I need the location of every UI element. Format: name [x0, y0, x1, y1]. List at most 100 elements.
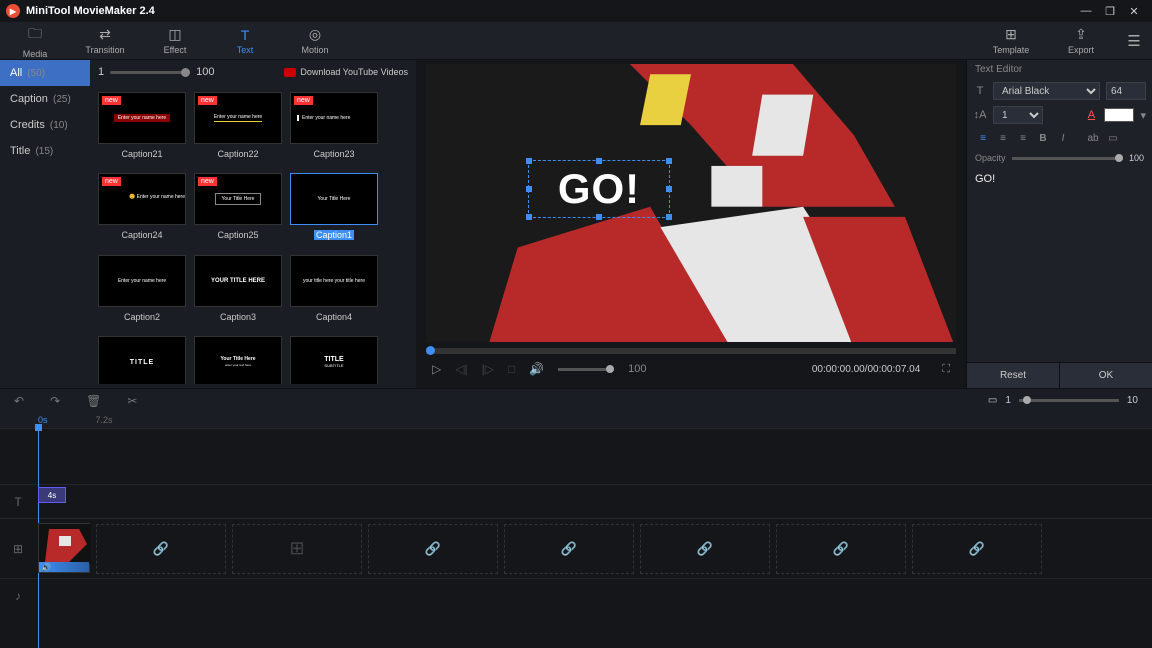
template-grid: newEnter your name hereCaption21newEnter…: [90, 84, 416, 384]
template-item[interactable]: Your Title Hereenter your text hereCapti…: [194, 336, 282, 384]
template-browser: 1 100 Download YouTube Videos newEnter y…: [90, 60, 416, 388]
text-track[interactable]: T 4s: [0, 484, 1152, 518]
template-name: Caption1: [314, 230, 354, 240]
zoom-max: 10: [1127, 395, 1138, 406]
font-icon: T: [973, 85, 987, 97]
text-tab[interactable]: TText: [210, 27, 280, 55]
template-item[interactable]: new😊 Enter your name hereCaption24: [98, 173, 186, 241]
preview-canvas[interactable]: GO!: [426, 64, 956, 342]
sidebar-item-credits[interactable]: Credits (10): [0, 112, 90, 138]
minimize-button[interactable]: —: [1074, 5, 1098, 17]
media-tab[interactable]: 🗀Media: [0, 23, 70, 59]
template-name: Caption4: [290, 312, 378, 322]
timeline-tracks: T 4s ⊞ 🔊 🔗 ⊞ 🔗 🔗 🔗 🔗 🔗 ♪: [0, 428, 1152, 612]
zoom-min: 1: [1005, 395, 1011, 406]
effect-tab[interactable]: ◫Effect: [140, 26, 210, 55]
reset-button[interactable]: Reset: [967, 362, 1060, 388]
empty-slot[interactable]: ⊞: [232, 524, 362, 574]
app-logo-icon: ▶: [6, 4, 20, 18]
stop-button[interactable]: □: [508, 362, 515, 376]
sidebar-item-title[interactable]: Title (15): [0, 138, 90, 164]
ok-button[interactable]: OK: [1060, 362, 1152, 388]
empty-slot[interactable]: 🔗: [912, 524, 1042, 574]
timeline-ruler[interactable]: 0s 7.2s: [0, 412, 1152, 428]
youtube-download-link[interactable]: Download YouTube Videos: [284, 67, 408, 77]
volume-slider[interactable]: [558, 368, 614, 371]
template-button[interactable]: ⊞Template: [976, 26, 1046, 55]
align-center-button[interactable]: ≡: [995, 130, 1011, 146]
volume-icon[interactable]: 🔊: [529, 362, 544, 376]
delete-button[interactable]: 🗑: [86, 394, 101, 408]
template-item[interactable]: TITLESUBTITLECaption7: [290, 336, 378, 384]
fit-button[interactable]: ▭: [988, 395, 997, 406]
new-badge: new: [198, 177, 217, 186]
sidebar-item-caption[interactable]: Caption (25): [0, 86, 90, 112]
text-clip[interactable]: 4s: [38, 487, 66, 503]
transition-tab[interactable]: ⇄Transition: [70, 26, 140, 55]
italic-button[interactable]: I: [1055, 130, 1071, 146]
color-swatch[interactable]: [1104, 108, 1134, 122]
template-name: Caption2: [98, 312, 186, 322]
export-button[interactable]: ⇪Export: [1046, 26, 1116, 55]
template-name: Caption22: [194, 149, 282, 159]
highlight-button[interactable]: ab: [1085, 130, 1101, 146]
browser-top: 1 100 Download YouTube Videos: [90, 60, 416, 84]
video-frame: [426, 64, 956, 342]
outline-button[interactable]: ▭: [1105, 130, 1121, 146]
fullscreen-button[interactable]: ⛶: [942, 363, 950, 376]
align-right-button[interactable]: ≡: [1015, 130, 1031, 146]
video-track[interactable]: ⊞ 🔊 🔗 ⊞ 🔗 🔗 🔗 🔗 🔗: [0, 518, 1152, 578]
text-overlay-box[interactable]: GO!: [528, 160, 670, 218]
font-select[interactable]: Arial Black: [993, 82, 1100, 100]
font-size-input[interactable]: [1106, 82, 1146, 100]
thumb-zoom-slider[interactable]: [110, 71, 190, 74]
align-left-button[interactable]: ≡: [975, 130, 991, 146]
template-icon: ⊞: [976, 26, 1046, 43]
close-button[interactable]: ✕: [1122, 5, 1146, 18]
template-item[interactable]: your title here your title hereCaption4: [290, 255, 378, 322]
template-item[interactable]: YOUR TITLE HERECaption3: [194, 255, 282, 322]
sidebar-item-all[interactable]: All (50): [0, 60, 90, 86]
timeline-zoom-slider[interactable]: [1019, 399, 1119, 402]
audio-track[interactable]: ♪: [0, 578, 1152, 612]
template-item[interactable]: Your Title HereCaption1: [290, 173, 378, 241]
maximize-button[interactable]: ❐: [1098, 5, 1122, 18]
empty-slot[interactable]: 🔗: [368, 524, 498, 574]
template-item[interactable]: newEnter your name hereCaption22: [194, 92, 282, 159]
preview-panel: GO! ▷ ◁| |▷ □ 🔊 100 00:00:00.00/00:00:07…: [416, 60, 966, 388]
opacity-slider[interactable]: [1012, 157, 1123, 160]
undo-button[interactable]: ↶: [14, 394, 24, 408]
empty-slot[interactable]: 🔗: [776, 524, 906, 574]
category-sidebar: All (50) Caption (25) Credits (10) Title…: [0, 60, 90, 388]
preview-controls: ▷ ◁| |▷ □ 🔊 100 00:00:00.00/00:00:07.04 …: [426, 354, 956, 384]
play-button[interactable]: ▷: [432, 362, 441, 376]
template-item[interactable]: TITLECaption5: [98, 336, 186, 384]
template-name: Caption23: [290, 149, 378, 159]
opacity-row: Opacity 100: [967, 149, 1152, 167]
prev-frame-button[interactable]: ◁|: [455, 362, 467, 376]
template-item[interactable]: newYour Title HereCaption25: [194, 173, 282, 241]
empty-slot[interactable]: 🔗: [504, 524, 634, 574]
cut-button[interactable]: ✂: [127, 394, 137, 408]
ruler-mark: 7.2s: [96, 415, 113, 425]
next-frame-button[interactable]: |▷: [482, 362, 494, 376]
new-badge: new: [102, 177, 121, 186]
scale-select[interactable]: 1: [993, 106, 1043, 124]
template-item[interactable]: newEnter your name hereCaption23: [290, 92, 378, 159]
redo-button[interactable]: ↷: [50, 394, 60, 408]
speaker-icon: 🔊: [41, 563, 51, 572]
new-badge: new: [102, 96, 121, 105]
thumb-zoom-max: 100: [196, 66, 214, 78]
preview-scrub[interactable]: [426, 348, 956, 354]
audio-track-icon: ♪: [0, 589, 36, 603]
template-item[interactable]: newEnter your name hereCaption21: [98, 92, 186, 159]
menu-button[interactable]: ☰: [1116, 32, 1152, 50]
empty-slot[interactable]: 🔗: [640, 524, 770, 574]
text-content-field[interactable]: GO!: [967, 167, 1152, 362]
bold-button[interactable]: B: [1035, 130, 1051, 146]
video-track-icon: ⊞: [0, 542, 36, 556]
empty-slot[interactable]: 🔗: [96, 524, 226, 574]
template-item[interactable]: Enter your name hereCaption2: [98, 255, 186, 322]
motion-tab[interactable]: ◎Motion: [280, 26, 350, 55]
video-clip[interactable]: 🔊: [38, 523, 90, 573]
